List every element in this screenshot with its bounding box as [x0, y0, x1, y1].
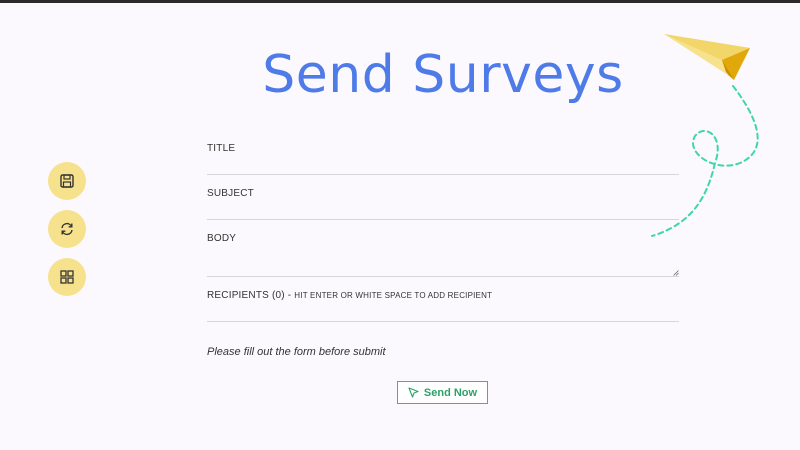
subject-label: SUBJECT — [207, 188, 254, 199]
title-label: TITLE — [207, 143, 236, 154]
save-button[interactable] — [48, 162, 86, 200]
side-actions — [48, 162, 86, 306]
send-now-label: Send Now — [423, 386, 478, 399]
recipients-count-label: RECIPIENTS (0) - — [207, 290, 295, 301]
templates-button[interactable] — [48, 258, 86, 296]
form-status-message: Please fill out the form before submit — [207, 346, 386, 358]
save-icon — [60, 174, 74, 188]
cursor-arrow-icon — [408, 387, 419, 398]
recipients-label: RECIPIENTS (0) - HIT ENTER OR WHITE SPAC… — [207, 290, 492, 301]
subject-input[interactable] — [207, 202, 679, 220]
body-label: BODY — [207, 233, 237, 244]
refresh-icon — [61, 222, 73, 236]
body-textarea[interactable] — [207, 247, 679, 277]
reset-button[interactable] — [48, 210, 86, 248]
recipients-input[interactable] — [207, 304, 679, 322]
recipients-hint: HIT ENTER OR WHITE SPACE TO ADD RECIPIEN… — [294, 291, 493, 300]
send-now-button[interactable]: Send Now — [397, 381, 488, 404]
resize-handle-icon[interactable] — [673, 270, 679, 276]
title-input[interactable] — [207, 157, 679, 175]
window-top-bar — [0, 0, 800, 3]
grid-icon — [60, 270, 74, 284]
